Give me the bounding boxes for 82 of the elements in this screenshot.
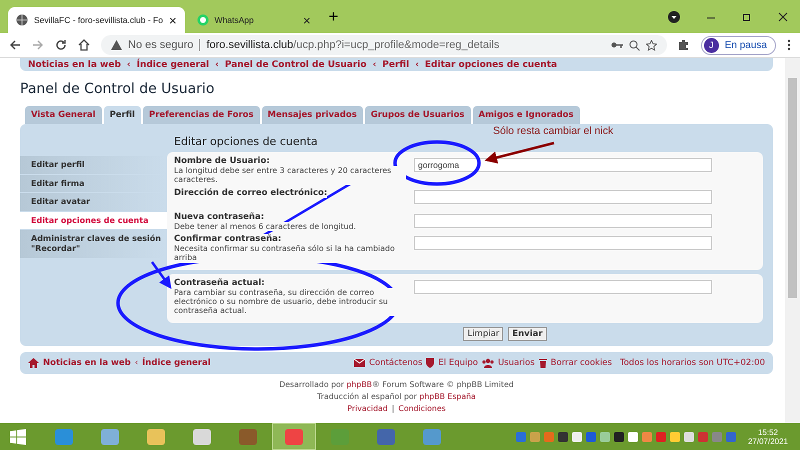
breadcrumb-link[interactable]: Perfil (382, 60, 410, 70)
password-field[interactable] (414, 280, 712, 294)
breadcrumb-link[interactable]: Índice general (136, 60, 210, 70)
breadcrumb-separator: ‹ (215, 60, 219, 70)
zoom-icon[interactable] (628, 40, 640, 50)
profile-button[interactable]: J En pausa (700, 36, 776, 54)
taskbar-app-icon[interactable] (272, 423, 316, 450)
field-label: Contraseña actual: (174, 278, 265, 288)
avatar-initial: J (704, 38, 719, 52)
input-field[interactable] (414, 214, 712, 228)
reload-icon[interactable] (55, 39, 67, 51)
breadcrumb-separator: ‹ (126, 60, 131, 70)
submit-button[interactable]: Enviar (508, 326, 547, 341)
tab[interactable]: Grupos de Usuarios (364, 106, 470, 124)
input-field[interactable]: gorrogoma (414, 158, 712, 172)
scrollbar[interactable] (785, 58, 800, 423)
page-title: Panel de Control de Usuario (20, 81, 216, 97)
shield-icon (426, 358, 434, 368)
annotation-text: Sólo resta cambiar el nick (493, 125, 614, 137)
tab[interactable]: Perfil (104, 106, 141, 124)
breadcrumb-separator: ‹ (415, 60, 419, 70)
tab[interactable]: Vista General (25, 106, 102, 124)
forward-icon[interactable] (32, 39, 44, 51)
field-label: Dirección de correo electrónico: (174, 188, 328, 198)
footer-link[interactable]: Contáctenos (369, 358, 422, 368)
field-label: Confirmar contraseña: (174, 234, 282, 244)
tray-icon[interactable] (572, 432, 582, 442)
tray-icon[interactable] (628, 432, 638, 442)
footer-link[interactable]: El Equipo (438, 358, 478, 368)
breadcrumb-link[interactable]: Noticias en la web (28, 60, 121, 70)
new-tab-button[interactable]: + (322, 6, 344, 26)
tab[interactable]: Mensajes privados (262, 106, 363, 124)
key-icon[interactable] (610, 41, 623, 49)
warning-icon (111, 40, 122, 50)
chat-icon (196, 14, 209, 26)
trash-icon (538, 358, 547, 368)
reset-button[interactable]: Limpiar (463, 326, 504, 341)
footer-link[interactable]: Borrar cookies (550, 358, 612, 368)
sidebar-item[interactable]: Editar opciones de cuenta (20, 212, 167, 230)
field-label: Nombre de Usuario: (174, 156, 270, 166)
tray-icon[interactable] (558, 432, 568, 442)
breadcrumb-separator: ‹ (372, 60, 376, 70)
close-icon[interactable]: × (168, 12, 177, 28)
tab-title: WhatsApp (214, 15, 255, 25)
annotation-arrow (150, 261, 172, 290)
dropdown-icon[interactable] (668, 10, 680, 22)
section-title: Editar opciones de cuenta (174, 135, 318, 148)
tray-icon[interactable] (684, 432, 694, 442)
back-icon[interactable] (9, 39, 21, 51)
browser-tab[interactable]: WhatsApp × (188, 7, 319, 33)
breadcrumb-link[interactable]: Editar opciones de cuenta (424, 60, 558, 70)
star-icon[interactable] (646, 40, 657, 50)
tab[interactable]: Amigos e Ignorados (472, 106, 580, 124)
home-icon[interactable] (78, 39, 90, 51)
input-field[interactable] (414, 190, 712, 204)
footer-link[interactable]: Usuarios (498, 358, 535, 368)
footer-link[interactable]: Noticias en la web (43, 358, 131, 368)
close-icon[interactable] (778, 12, 788, 22)
tab[interactable]: Preferencias de Foros (142, 106, 260, 124)
restore-icon[interactable] (742, 12, 752, 22)
tab-title: SevillaFC - foro-sevillista.club - Fo (34, 15, 163, 25)
url-text: foro.sevillista.club/ucp.php?i=ucp_profile&mode=reg_details (206, 39, 500, 51)
menu-icon[interactable] (787, 39, 791, 51)
breadcrumb-link[interactable]: Panel de Control de Usuario (224, 60, 367, 70)
input-field[interactable] (414, 236, 712, 250)
field-label: Nueva contraseña: (174, 212, 264, 222)
tray-icon[interactable] (670, 432, 680, 442)
home-icon (28, 358, 39, 368)
security-label: No es seguro (128, 39, 194, 51)
close-icon[interactable]: × (302, 12, 311, 28)
windows-logo-icon[interactable] (10, 428, 26, 444)
envelope-icon (354, 358, 366, 367)
annotation-arrow (484, 142, 554, 164)
browser-tab[interactable]: SevillaFC - foro-sevillista.club - Fo × (8, 7, 185, 33)
tray-icon[interactable] (614, 432, 624, 442)
globe-icon (16, 14, 28, 26)
footer-link[interactable]: Índice general (142, 358, 211, 368)
timezone-text: Todos los horarios son UTC+02:00 (620, 358, 765, 368)
address-bar[interactable]: No es seguro foro.sevillista.club/ucp.php?i=ucp_profile&mode=reg_details (101, 35, 667, 55)
puzzle-icon[interactable] (678, 39, 690, 51)
breadcrumb-separator: ‹ (134, 358, 138, 368)
users-icon (482, 358, 494, 368)
